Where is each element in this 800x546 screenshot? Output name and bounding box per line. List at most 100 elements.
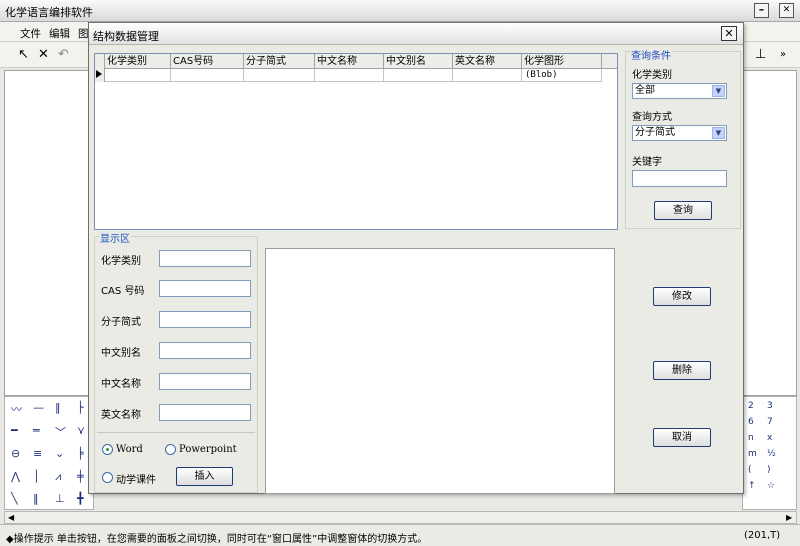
double-vertical-icon[interactable]: ‖ (33, 492, 39, 505)
symbol-2[interactable]: 2 (748, 401, 754, 411)
english-name-field[interactable] (159, 404, 251, 421)
pointer-icon[interactable]: ↖ (18, 47, 29, 62)
bond-tool-icon[interactable]: ⊥ (755, 47, 766, 62)
field-label-alias: 中文别名 (101, 348, 141, 359)
table-cell[interactable] (171, 69, 244, 82)
method-select[interactable]: 分子简式 ▼ (632, 125, 727, 141)
cross-icon[interactable]: ✕ (38, 47, 49, 62)
menu-file[interactable]: 文件 (20, 26, 41, 41)
column-header[interactable]: 英文名称 (453, 54, 522, 69)
structure-preview (265, 248, 615, 494)
symbol-m[interactable]: m (748, 449, 757, 459)
status-bar: ◆操作提示 单击按钮，在您需要的面板之间切换，同时可在“窗口属性”中调整窗体的切… (0, 524, 800, 546)
chevron-down-icon[interactable]: ▼ (712, 85, 725, 97)
data-grid[interactable]: 化学类别 CAS号码 分子简式 中文名称 中文别名 英文名称 化学图形 (Blo… (94, 53, 618, 230)
category-select[interactable]: 全部 ▼ (632, 83, 727, 99)
dialog-titlebar: 结构数据管理 ✕ (89, 23, 743, 45)
query-button[interactable]: 查询 (654, 201, 712, 220)
radio-courseware[interactable] (102, 472, 113, 483)
scroll-left-icon[interactable]: ◀ (8, 512, 14, 523)
bent-bond-icon[interactable]: ⌄ (55, 447, 64, 460)
wavy-bond-icon[interactable]: 〰 (11, 401, 22, 417)
symbol-fraction[interactable]: ½ (767, 449, 776, 459)
formula-field[interactable] (159, 311, 251, 328)
field-label-english-name: 英文名称 (101, 410, 141, 421)
column-header[interactable]: 化学类别 (105, 54, 171, 69)
chevron-down-icon[interactable]: ▼ (712, 127, 725, 139)
delete-button[interactable]: 删除 (653, 361, 711, 380)
symbol-3[interactable]: 3 (767, 401, 773, 411)
symbol-star[interactable]: ☆ (767, 481, 775, 491)
close-icon[interactable]: ✕ (721, 26, 737, 41)
table-cell[interactable] (453, 69, 522, 82)
menu-edit[interactable]: 编辑 (49, 26, 70, 41)
query-group-label: 查询条件 (630, 47, 672, 62)
cas-field[interactable] (159, 280, 251, 297)
symbol-x[interactable]: x (767, 433, 772, 443)
inverted-tee-icon[interactable]: ⊥ (55, 492, 65, 505)
alias-field[interactable] (159, 342, 251, 359)
diagonal-bond-icon[interactable]: ╲ (11, 492, 18, 505)
structure-data-dialog: 结构数据管理 ✕ 化学类别 CAS号码 分子简式 中文名称 中文别名 英文名称 … (88, 22, 744, 494)
triple-bond-icon[interactable]: ≡ (33, 447, 42, 460)
category-label: 化学类别 (632, 70, 672, 81)
edit-button[interactable]: 修改 (653, 287, 711, 306)
current-row-icon (96, 70, 102, 78)
keyword-label: 关键字 (632, 157, 662, 168)
table-cell[interactable] (384, 69, 453, 82)
category-field[interactable] (159, 250, 251, 267)
symbol-6[interactable]: 6 (748, 417, 754, 427)
close-app-button[interactable]: ✕ (779, 3, 794, 18)
symbol-n[interactable]: n (748, 433, 754, 443)
table-cell[interactable] (244, 69, 315, 82)
column-header[interactable]: 中文名称 (315, 54, 384, 69)
column-header[interactable]: CAS号码 (171, 54, 244, 69)
double-vertical-bond-icon[interactable]: ‖ (55, 401, 61, 414)
insert-button[interactable]: 插入 (176, 467, 233, 486)
column-header[interactable]: 中文别名 (384, 54, 453, 69)
radio-powerpoint-label: Powerpoint (179, 444, 237, 455)
method-select-value: 分子简式 (635, 127, 675, 138)
app-titlebar: 化学语言编排软件 – ✕ (0, 0, 800, 22)
plus-bond-icon[interactable]: ╪ (77, 470, 84, 483)
scroll-right-icon[interactable]: ▶ (786, 512, 792, 523)
table-cell[interactable] (105, 69, 171, 82)
ring-bond-icon[interactable]: ⊖ (11, 447, 20, 460)
method-label: 查询方式 (632, 112, 672, 123)
symbol-paren-open[interactable]: ( (748, 465, 752, 475)
cross-bond-icon[interactable]: ╋ (77, 492, 84, 505)
branch-bond-icon[interactable]: ├ (77, 401, 84, 414)
angle-double-icon[interactable]: ⩘ (55, 470, 61, 484)
table-cell[interactable]: (Blob) (522, 69, 602, 82)
fork-bond-icon[interactable]: ⋎ (77, 424, 85, 437)
tee-bond-icon[interactable]: ╞ (77, 447, 84, 460)
single-bond-icon[interactable]: — (33, 401, 44, 414)
symbol-7[interactable]: 7 (767, 417, 773, 427)
row-selector[interactable] (95, 54, 105, 82)
chinese-name-field[interactable] (159, 373, 251, 390)
symbol-paren-close[interactable]: ) (767, 465, 771, 475)
radio-powerpoint[interactable] (165, 444, 176, 455)
cursor-coords: (201,T) (744, 530, 781, 541)
field-label-category: 化学类别 (101, 256, 141, 267)
keyword-input[interactable] (632, 170, 727, 187)
zigzag-bond-icon[interactable]: ⋀ (11, 470, 20, 483)
minimize-button[interactable]: – (754, 3, 769, 18)
bold-bond-icon[interactable]: ━ (11, 424, 18, 437)
double-bond-icon[interactable]: ═ (33, 424, 40, 437)
column-header[interactable]: 分子简式 (244, 54, 315, 69)
column-header[interactable]: 化学图形 (522, 54, 602, 69)
cancel-button[interactable]: 取消 (653, 428, 711, 447)
vertical-bond-icon[interactable]: │ (33, 470, 40, 483)
symbol-up-arrow[interactable]: ↑ (748, 481, 756, 491)
radio-word[interactable] (102, 444, 113, 455)
undo-icon[interactable]: ↶ (58, 47, 69, 62)
field-label-formula: 分子简式 (101, 317, 141, 328)
table-cell[interactable] (315, 69, 384, 82)
menu-graphics[interactable]: 图 (78, 26, 89, 41)
display-divider (97, 432, 255, 433)
angle-bond-icon[interactable]: ﹀ (55, 424, 66, 440)
radio-courseware-label: 动学课件 (116, 475, 156, 486)
horizontal-scrollbar[interactable]: ◀ ▶ (4, 511, 797, 524)
toolbar-more-icon[interactable]: » (780, 49, 786, 60)
